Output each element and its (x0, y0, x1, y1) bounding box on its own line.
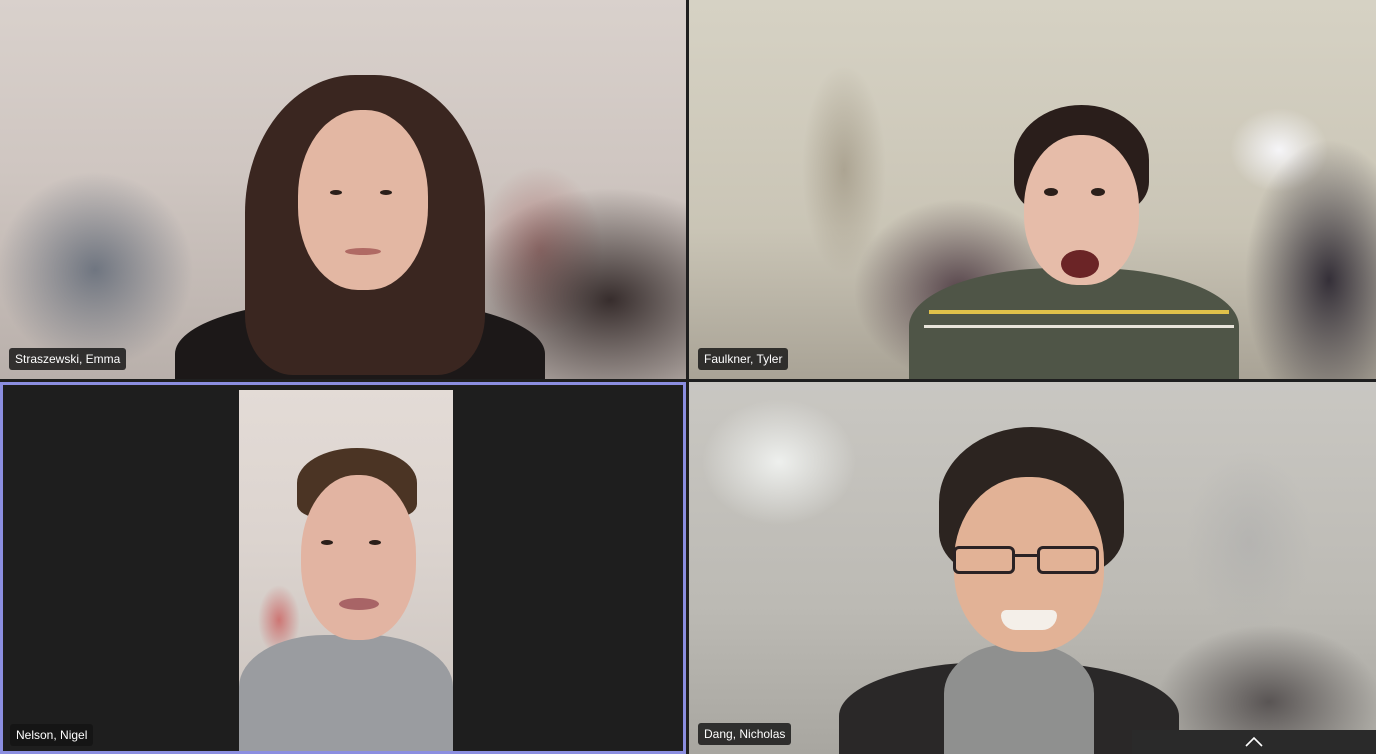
person-face (301, 475, 416, 640)
shirt-stripe (924, 325, 1234, 328)
participant-tile-faulkner-tyler[interactable]: Faulkner, Tyler (689, 0, 1376, 379)
participant-tile-nelson-nigel[interactable]: Nelson, Nigel (0, 382, 686, 754)
participant-video (689, 0, 1376, 379)
person-hood (944, 644, 1094, 754)
expand-controls-button[interactable] (1132, 730, 1376, 754)
participant-name-label: Dang, Nicholas (698, 723, 792, 745)
participant-video (689, 382, 1376, 754)
person-eye (330, 190, 342, 195)
person-mouth (345, 248, 381, 255)
portrait-video-feed (239, 390, 453, 751)
person-mouth (339, 598, 379, 610)
chevron-up-icon (1245, 736, 1263, 747)
shirt-stripe (929, 310, 1229, 314)
participant-name-label: Nelson, Nigel (10, 724, 94, 746)
participant-name-label: Faulkner, Tyler (698, 348, 789, 370)
person-eye (369, 540, 381, 545)
person-eye (1091, 188, 1105, 196)
participant-tile-straszewski-emma[interactable]: Straszewski, Emma (0, 0, 686, 379)
person-eye (1044, 188, 1058, 196)
person-eye (321, 540, 333, 545)
glasses (951, 544, 1103, 578)
person-face (298, 110, 428, 290)
person-mouth (1061, 250, 1099, 278)
participant-tile-dang-nicholas[interactable]: Dang, Nicholas (689, 382, 1376, 754)
participant-name-label: Straszewski, Emma (9, 348, 127, 370)
person-torso (239, 635, 453, 751)
person-mouth (1001, 610, 1057, 630)
video-grid: Straszewski, Emma Faulkner, Tyler Nelson… (0, 0, 1376, 754)
person-eye (380, 190, 392, 195)
participant-video (0, 0, 686, 379)
